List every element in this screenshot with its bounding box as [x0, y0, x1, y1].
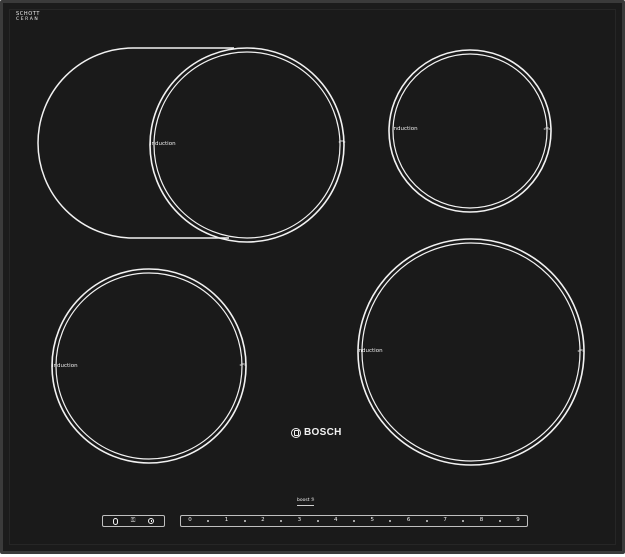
- cooktop-panel: SCHOTT CERAN induction induction inducti…: [0, 0, 625, 554]
- clock-icon: [148, 518, 155, 524]
- zone-label-rear-left: induction: [52, 363, 78, 369]
- chevron-up-icon: ︽: [543, 123, 551, 131]
- power-level-3[interactable]: 3: [296, 518, 302, 524]
- power-level-7[interactable]: 7: [442, 518, 448, 524]
- zone-ring-inner: [55, 272, 243, 460]
- slider-dot: [425, 520, 428, 522]
- slider-dot: [280, 520, 283, 522]
- flex-zone-outline: [37, 47, 234, 239]
- zone-ring-inner: [153, 51, 341, 239]
- power-level-8[interactable]: 8: [479, 518, 485, 524]
- zone-ring-inner: [361, 242, 581, 462]
- boost-symbol: ℬ: [310, 498, 315, 503]
- chevron-up-icon: ︽: [577, 345, 585, 353]
- child-lock-icon: ⚿: [130, 517, 136, 524]
- zone-label-back-right: induction: [392, 126, 418, 132]
- function-controls: ⚿: [102, 515, 165, 527]
- slider-dot: [389, 520, 392, 522]
- zone-label-front-right: induction: [357, 348, 383, 354]
- boost-text: boost: [297, 498, 310, 503]
- bosch-logo: BOSCH: [291, 427, 342, 438]
- cooking-zones: [37, 47, 585, 466]
- slider-dot: [316, 520, 319, 522]
- child-lock-button[interactable]: ⚿: [131, 518, 136, 524]
- bosch-logo-icon: [291, 427, 301, 438]
- power-level-2[interactable]: 2: [260, 518, 266, 524]
- power-level-slider[interactable]: 0 1 2 3 4 5 6 7 8 9: [180, 515, 528, 527]
- power-icon: [112, 517, 118, 525]
- slider-dot: [462, 520, 465, 522]
- power-level-1[interactable]: 1: [223, 518, 229, 524]
- zone-ring-outer: [51, 268, 247, 464]
- power-level-6[interactable]: 6: [406, 518, 412, 524]
- timer-button[interactable]: [148, 518, 155, 524]
- slider-dot: [243, 520, 246, 522]
- chevron-up-icon: ︽: [239, 359, 247, 367]
- zone-ring-outer: [149, 47, 345, 243]
- slider-dot: [498, 520, 501, 522]
- slider-dot: [352, 520, 355, 522]
- brand-name: BOSCH: [304, 427, 342, 438]
- zone-ring-outer: [357, 238, 585, 466]
- power-level-9[interactable]: 9: [515, 518, 521, 524]
- zone-label-front-left: induction: [150, 141, 176, 147]
- power-level-5[interactable]: 5: [369, 518, 375, 524]
- slider-dot: [207, 520, 210, 522]
- power-button[interactable]: [112, 517, 118, 525]
- power-level-4[interactable]: 4: [333, 518, 339, 524]
- boost-label: boost ℬ: [297, 498, 315, 506]
- power-level-0[interactable]: 0: [187, 518, 193, 524]
- chevron-up-icon: ︽: [338, 136, 346, 144]
